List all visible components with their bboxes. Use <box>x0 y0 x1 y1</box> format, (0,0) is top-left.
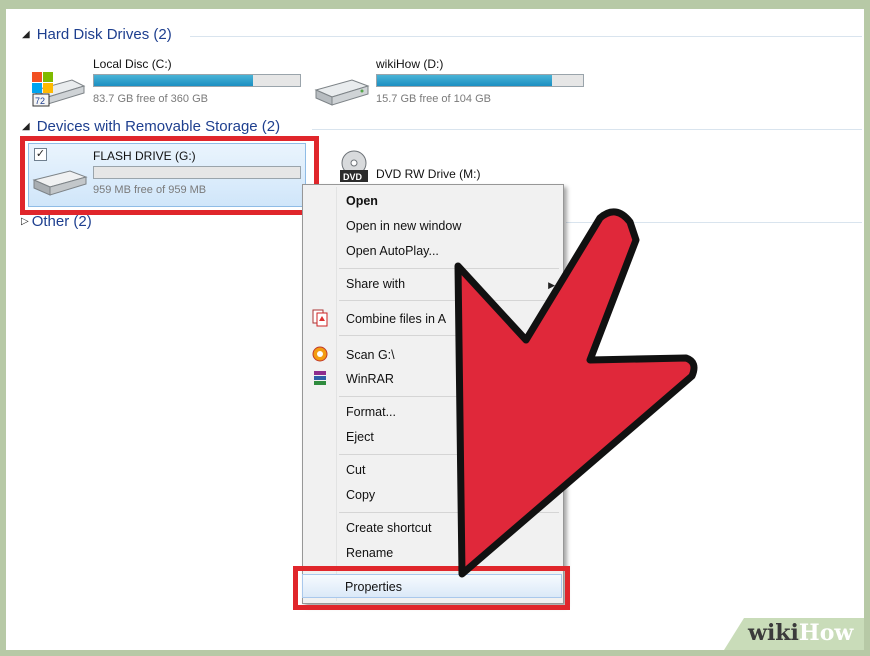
group-divider <box>190 36 862 37</box>
svg-text:72: 72 <box>35 96 45 106</box>
menu-item-copy[interactable]: Copy <box>346 488 375 502</box>
flash-drive-highlight <box>20 136 319 215</box>
menu-item-winrar[interactable]: WinRAR <box>346 372 394 386</box>
drive-name-m[interactable]: DVD RW Drive (M:) <box>376 167 480 181</box>
group-header-hard-disk[interactable]: ◢ Hard Disk Drives (2) <box>22 26 172 43</box>
usage-bar-c <box>93 74 301 87</box>
drive-free-d: 15.7 GB free of 104 GB <box>376 93 491 105</box>
menu-item-format[interactable]: Format... <box>346 405 396 419</box>
winrar-icon <box>311 369 329 387</box>
local-disk-icon[interactable]: 72 <box>30 70 86 115</box>
group-label: Hard Disk Drives (2) <box>36 26 172 43</box>
antivirus-scan-icon <box>311 345 329 363</box>
drive-free-c: 83.7 GB free of 360 GB <box>93 93 208 105</box>
dvd-icon-label: DVD <box>343 172 363 182</box>
collapse-triangle-icon[interactable]: ◢ <box>22 121 30 132</box>
usage-bar-fill <box>94 75 253 86</box>
group-divider <box>312 129 862 130</box>
wikihow-watermark: wikiHow <box>714 614 864 650</box>
group-label: Other (2) <box>31 213 92 230</box>
menu-item-rename[interactable]: Rename <box>346 546 393 560</box>
group-header-other[interactable]: ▷ Other (2) <box>21 213 92 230</box>
menu-item-share-with[interactable]: Share with <box>346 277 405 291</box>
menu-item-scan[interactable]: Scan G:\ <box>346 348 395 362</box>
drive-name-c[interactable]: Local Disc (C:) <box>93 57 172 71</box>
menu-item-open[interactable]: Open <box>346 194 378 208</box>
menu-item-create-shortcut[interactable]: Create shortcut <box>346 521 431 535</box>
group-header-removable[interactable]: ◢ Devices with Removable Storage (2) <box>22 118 280 135</box>
pdf-combine-icon <box>311 309 329 327</box>
collapse-triangle-icon[interactable]: ◢ <box>22 29 30 40</box>
menu-gutter <box>336 187 337 601</box>
watermark-wiki: wiki <box>748 620 799 646</box>
menu-item-combine-files[interactable]: Combine files in A <box>346 312 446 326</box>
usage-bar-d <box>376 74 584 87</box>
pointer-arrow-graphic <box>454 208 698 578</box>
expand-triangle-icon[interactable]: ▷ <box>21 216 29 227</box>
watermark-how: How <box>798 620 854 646</box>
drive-name-d[interactable]: wikiHow (D:) <box>376 57 443 71</box>
menu-item-open-autoplay[interactable]: Open AutoPlay... <box>346 244 439 258</box>
menu-item-eject[interactable]: Eject <box>346 430 374 444</box>
disk-drive-icon[interactable] <box>314 76 370 113</box>
menu-item-cut[interactable]: Cut <box>346 463 365 477</box>
usage-bar-fill <box>377 75 553 86</box>
group-label: Devices with Removable Storage (2) <box>36 118 281 135</box>
